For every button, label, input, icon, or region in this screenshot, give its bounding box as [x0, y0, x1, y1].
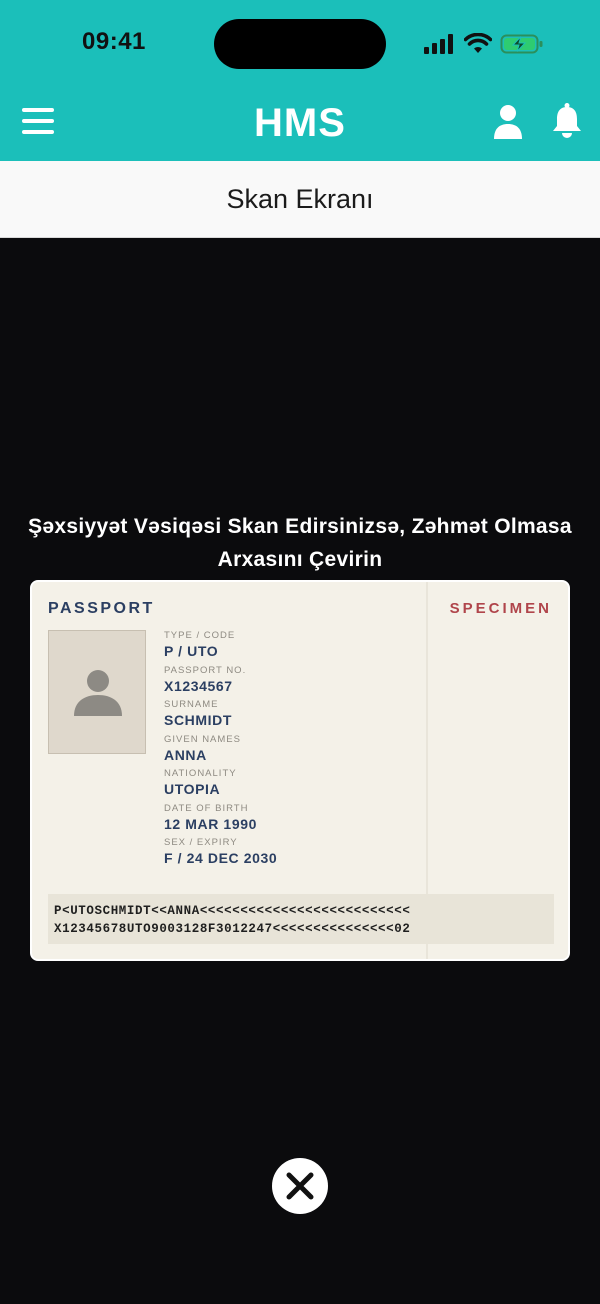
passport-sample-card: PASSPORT SPECIMEN TYPE / CODE P / UTO PA… [30, 580, 570, 961]
passport-field: DATE OF BIRTH 12 MAR 1990 [164, 803, 277, 838]
machine-readable-zone: P<UTOSCHMIDT<<ANNA<<<<<<<<<<<<<<<<<<<<<<… [48, 894, 554, 944]
field-value: ANNA [164, 746, 207, 763]
page-title-bar: Skan Ekranı [0, 161, 600, 238]
close-icon [286, 1172, 314, 1200]
field-label: PASSPORT NO. [164, 664, 247, 676]
field-label: TYPE / CODE [164, 630, 236, 641]
passport-heading: PASSPORT [48, 600, 155, 617]
status-time: 09:41 [82, 28, 146, 55]
passport-field: GIVEN NAMES ANNA [164, 734, 277, 769]
close-scanner-button[interactable] [272, 1158, 328, 1214]
passport-field: TYPE / CODE P / UTO [164, 630, 277, 665]
hamburger-menu-icon[interactable] [22, 106, 56, 136]
passport-photo [48, 630, 146, 754]
wifi-icon [464, 33, 492, 53]
passport-field: SEX / EXPIRY F / 24 DEC 2030 [164, 837, 277, 872]
user-icon[interactable] [492, 104, 524, 140]
specimen-watermark: SPECIMEN [449, 600, 552, 617]
field-label: NATIONALITY [164, 768, 237, 779]
passport-field: NATIONALITY UTOPIA [164, 768, 277, 803]
dynamic-island [214, 19, 386, 69]
signal-bars-icon [424, 34, 453, 54]
passport-fields: TYPE / CODE P / UTO PASSPORT NO. X123456… [164, 630, 277, 872]
app-bar: HMS [0, 92, 600, 154]
field-value: P / UTO [164, 643, 219, 659]
scan-instruction-line-2: Arxasını Çevirin [217, 548, 383, 571]
field-value: X1234567 [164, 677, 233, 694]
person-silhouette-icon [74, 670, 122, 716]
field-value: F / 24 DEC 2030 [164, 850, 278, 866]
field-label: GIVEN NAMES [164, 733, 241, 745]
battery-charging-icon [500, 34, 543, 54]
hms-logo: HMS [254, 101, 346, 144]
field-value: SCHMIDT [164, 712, 232, 728]
mrz-line-2: X12345678UTO9003128F3012247<<<<<<<<<<<<<… [54, 922, 411, 936]
bell-icon[interactable] [550, 102, 584, 140]
passport-field: SURNAME SCHMIDT [164, 699, 277, 734]
scan-instruction: Şəxsiyyət Vəsiqəsi Skan Edirsinizsə, Zəh… [0, 510, 600, 576]
field-value: 12 MAR 1990 [164, 815, 257, 832]
mrz-line-1: P<UTOSCHMIDT<<ANNA<<<<<<<<<<<<<<<<<<<<<<… [54, 904, 411, 918]
header: 09:41 HMS [0, 0, 600, 161]
field-value: UTOPIA [164, 781, 221, 797]
field-label: SURNAME [164, 699, 219, 710]
field-label: DATE OF BIRTH [164, 802, 249, 814]
field-label: SEX / EXPIRY [164, 837, 238, 848]
svg-text:HMS: HMS [254, 101, 346, 144]
status-icons [424, 31, 544, 57]
scan-instruction-line-1: Şəxsiyyət Vəsiqəsi Skan Edirsinizsə, Zəh… [28, 515, 572, 538]
page-title: Skan Ekranı [226, 183, 374, 214]
passport-field: PASSPORT NO. X1234567 [164, 665, 277, 700]
